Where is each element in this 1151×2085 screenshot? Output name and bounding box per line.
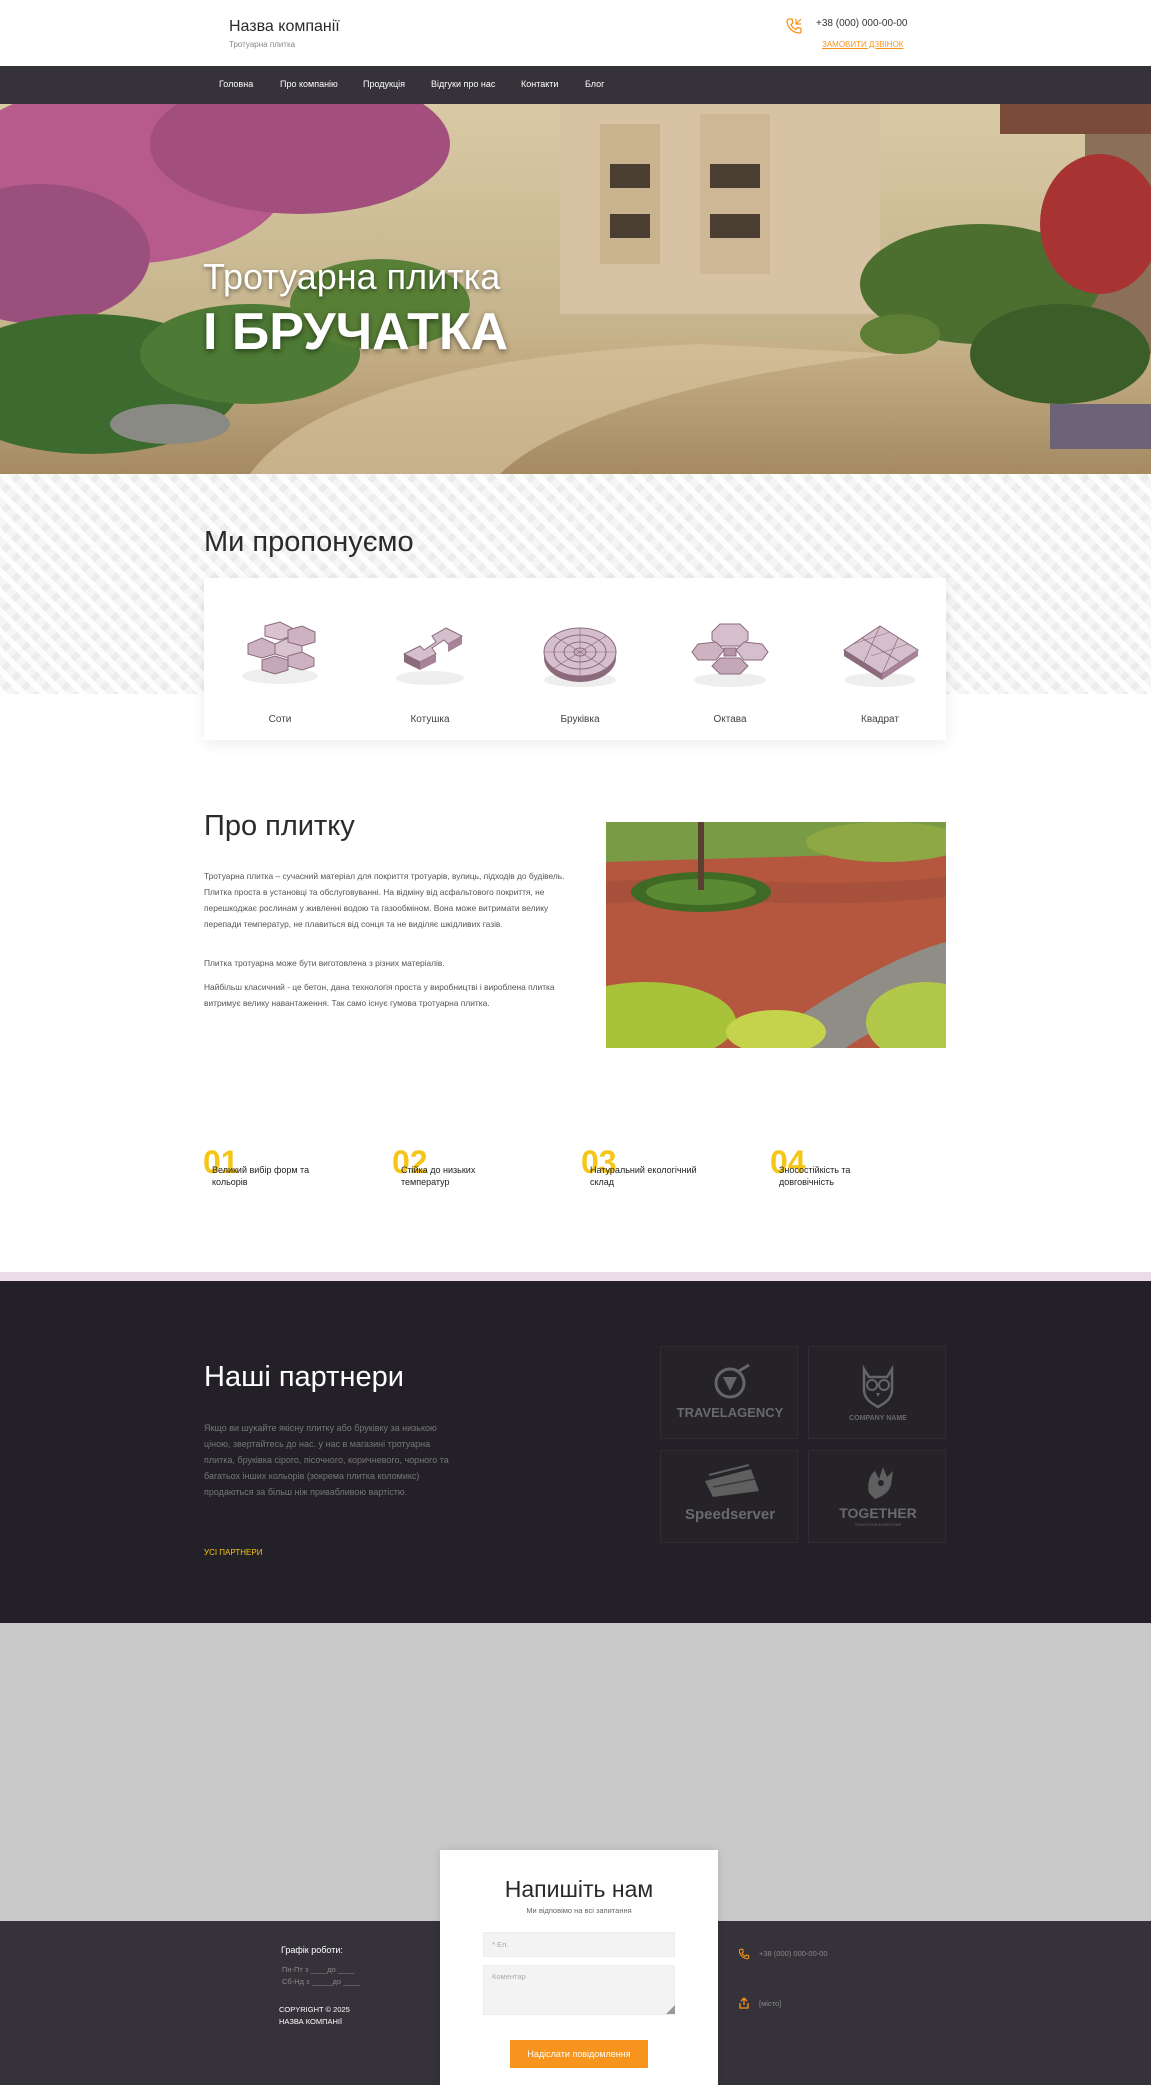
feature-text: Великий вибір форм та кольорів (212, 1165, 310, 1187)
schedule-weekdays: Пн-Пт з ____до ____ (282, 1965, 355, 1974)
nav-item-home[interactable]: Головна (219, 79, 253, 89)
speedserver-logo-icon (705, 1464, 759, 1497)
company-tagline: Тротуарна плитка (229, 40, 296, 49)
footer-city: [місто] (759, 1999, 782, 2008)
partner-logo-tagline: TEACH FOR EVERYONE (854, 1522, 902, 1527)
hero-banner: Тротуарна плитка І БРУЧАТКА (0, 104, 1151, 474)
partner-speedserver[interactable]: Speedserver (660, 1450, 798, 1543)
about-paragraph-1: Тротуарна плитка – сучасний матеріал для… (204, 871, 565, 929)
partner-logo-name: Speedserver (684, 1506, 776, 1523)
footer-phone[interactable]: +38 (000) 000-00-00 (759, 1949, 828, 1958)
feature-1: 01 Великий вибір форм та кольорів (203, 1144, 363, 1187)
all-partners-link[interactable]: УСІ ПАРТНЕРИ (204, 1548, 262, 1557)
offer-title: Ми пропонуємо (204, 526, 414, 558)
tile-label: Бруківка (560, 714, 600, 725)
nav-item-products[interactable]: Продукція (363, 79, 405, 89)
honeycomb-tile-icon (242, 621, 318, 684)
square-tile-icon (843, 625, 919, 687)
offer-card: Соти Котушка Бруківка Октава Квадрат (204, 578, 946, 740)
tile-label: Октава (713, 714, 747, 725)
hero-image (0, 104, 1151, 474)
partner-logo-name: TRAVELAGENCY (676, 1405, 784, 1420)
partners-description: Якщо ви шукайте якісну плитку або бруків… (204, 1423, 449, 1497)
about-paragraph-2: Плитка тротуарна може бути виготовлена з… (204, 958, 445, 968)
email-field[interactable] (483, 1932, 675, 1957)
partner-together[interactable]: TOGETHER TEACH FOR EVERYONE (808, 1450, 946, 1543)
hand-logo-icon (868, 1467, 893, 1499)
octave-tile-icon (691, 623, 769, 687)
partner-company-name[interactable]: COMPANY NAME (808, 1346, 946, 1439)
nav-item-reviews[interactable]: Відгуки про нас (431, 79, 495, 89)
copyright-line-1: COPYRIGHT © 2025 (279, 2005, 350, 2014)
about-image (606, 822, 946, 1048)
feature-text: Зносостійкість та довговічність (779, 1165, 851, 1187)
company-name[interactable]: Назва компанії (229, 18, 340, 36)
hero-title-line2: І БРУЧАТКА (203, 303, 509, 361)
owl-logo-icon (862, 1364, 894, 1409)
travel-agency-logo-icon (714, 1363, 750, 1399)
feature-4: 04 Зносостійкість та довговічність (770, 1144, 930, 1187)
schedule-title: Графік роботи: (281, 1945, 343, 1955)
round-paver-icon (543, 627, 617, 687)
callback-link[interactable]: ЗАМОВИТИ ДЗВІНОК (822, 40, 903, 49)
location-icon (739, 1997, 749, 2009)
feature-text: Стійка до низьких температур (401, 1165, 476, 1187)
feature-2: 02 Стійка до низьких температур (392, 1144, 552, 1187)
header-phone[interactable]: +38 (000) 000-00-00 (816, 18, 907, 29)
partners-section: Наші партнери Якщо ви шукайте якісну пли… (0, 1281, 1151, 1623)
send-message-button[interactable]: Надіслати повідомлення (510, 2040, 648, 2068)
spool-tile-icon (396, 627, 464, 685)
tile-label: Соти (268, 714, 292, 725)
contact-subtitle: Ми відповімо на всі запитання (526, 1906, 632, 1915)
copyright-line-2: НАЗВА КОМПАНІЇ (279, 2017, 343, 2026)
partners-title: Наші партнери (204, 1361, 404, 1393)
schedule-weekend: Сб-Нд з _____до ____ (282, 1977, 360, 1986)
tile-honeycomb[interactable]: Соти (206, 578, 354, 740)
nav-item-about[interactable]: Про компанію (280, 79, 338, 89)
site-header: Назва компанії Тротуарна плитка +38 (000… (0, 0, 1151, 66)
partner-logo-name: COMPANY NAME (849, 1415, 907, 1422)
footer-phone-icon (738, 1948, 750, 1960)
textarea-resize-handle[interactable] (666, 2005, 675, 2014)
contact-form-card: Напишіть нам Ми відповімо на всі запитан… (440, 1850, 718, 2085)
tile-spool[interactable]: Котушка (356, 578, 504, 740)
tile-label: Котушка (410, 714, 450, 725)
feature-text: Натуральний екологічний склад (590, 1165, 697, 1187)
tile-label: Квадрат (861, 714, 899, 725)
tile-octave[interactable]: Октава (656, 578, 804, 740)
partner-travel-agency[interactable]: TRAVELAGENCY (660, 1346, 798, 1439)
nav-item-blog[interactable]: Блог (585, 79, 604, 89)
feature-3: 03 Натуральний екологічний склад (581, 1144, 741, 1187)
about-title: Про плитку (204, 810, 355, 842)
contact-title: Напишіть нам (504, 1876, 654, 1902)
nav-item-contacts[interactable]: Контакти (521, 79, 558, 89)
tile-round-paver[interactable]: Бруківка (506, 578, 654, 740)
partner-logo-name: TOGETHER (839, 1505, 917, 1521)
tile-square[interactable]: Квадрат (806, 578, 954, 740)
phone-icon (786, 18, 802, 34)
about-paragraph-3: Найбільш класичний - це бетон, дана техн… (204, 982, 555, 1008)
hero-title-line1: Тротуарна плитка (203, 256, 501, 297)
section-divider (0, 1272, 1151, 1281)
comment-field[interactable] (483, 1965, 675, 2015)
main-nav: Головна Про компанію Продукція Відгуки п… (0, 66, 1151, 104)
